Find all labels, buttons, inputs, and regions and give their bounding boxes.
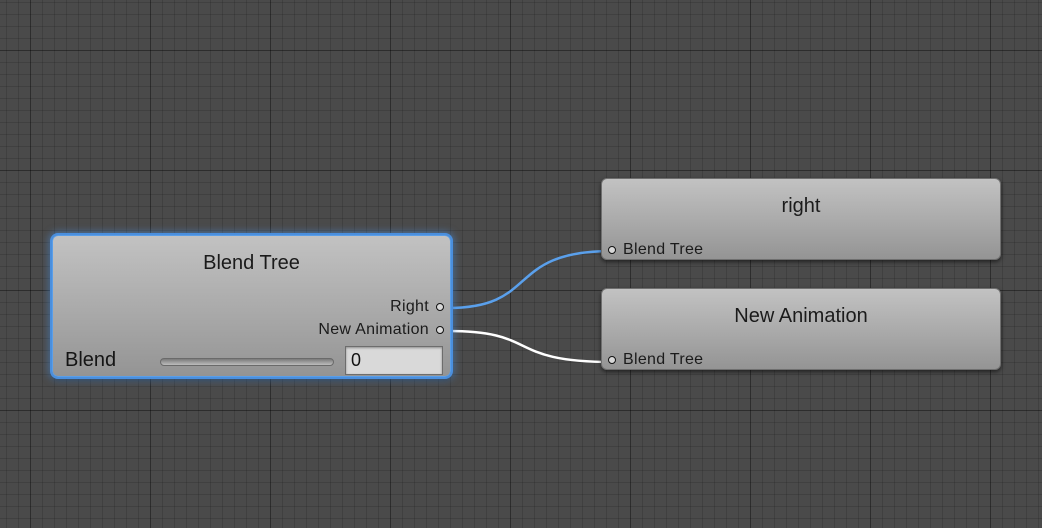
port-label: Blend Tree — [623, 351, 704, 368]
output-port-right[interactable]: Right — [390, 298, 444, 316]
blend-slider[interactable] — [160, 358, 334, 366]
port-label: Blend Tree — [623, 241, 704, 258]
port-dot-icon[interactable] — [436, 303, 444, 311]
right-motion-node[interactable]: right Blend Tree — [601, 178, 1001, 260]
port-dot-icon[interactable] — [608, 356, 616, 364]
port-dot-icon[interactable] — [436, 326, 444, 334]
node-title: right — [781, 195, 821, 217]
blend-value-field[interactable]: 0 — [345, 346, 443, 375]
graph-canvas[interactable]: Blend Tree Right New Animation Blend 0 r… — [0, 0, 1042, 528]
link-new-animation[interactable] — [447, 329, 613, 364]
port-label: New Animation — [318, 321, 429, 338]
new-animation-motion-node[interactable]: New Animation Blend Tree — [601, 288, 1001, 370]
input-port-blend-tree[interactable]: Blend Tree — [608, 241, 703, 259]
parameter-label: Blend — [65, 349, 117, 371]
output-port-new-animation[interactable]: New Animation — [318, 321, 444, 339]
link-right[interactable] — [447, 249, 613, 310]
blend-tree-node[interactable]: Blend Tree Right New Animation Blend 0 — [52, 235, 451, 377]
input-port-blend-tree[interactable]: Blend Tree — [608, 351, 703, 369]
port-dot-icon[interactable] — [608, 246, 616, 254]
node-title: New Animation — [734, 305, 868, 327]
port-label: Right — [390, 298, 429, 315]
node-title: Blend Tree — [203, 252, 300, 274]
